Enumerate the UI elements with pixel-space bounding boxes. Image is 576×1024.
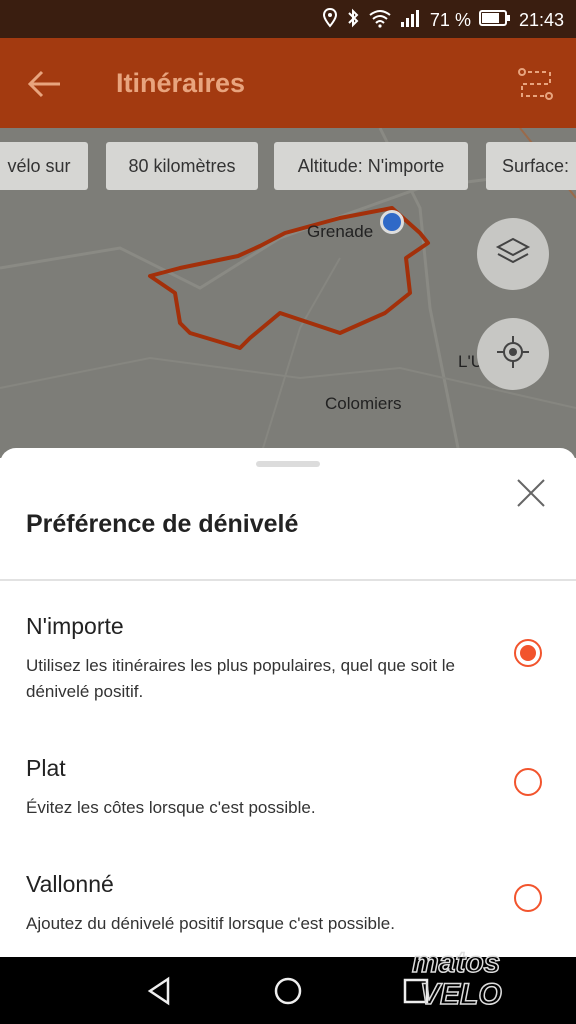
option-vallonne[interactable]: Vallonné Ajoutez du dénivelé positif lor… xyxy=(0,871,576,941)
wifi-icon xyxy=(368,8,392,33)
close-icon xyxy=(516,479,546,512)
bottom-sheet: Préférence de dénivelé N'importe Utilise… xyxy=(0,448,576,957)
nav-home-button[interactable] xyxy=(272,975,304,1007)
radio-plat[interactable] xyxy=(514,768,542,796)
my-location-button[interactable] xyxy=(477,318,549,390)
map-label-colomiers: Colomiers xyxy=(325,394,402,413)
app-bar: Itinéraires xyxy=(0,38,576,128)
option-nimporte[interactable]: N'importe Utilisez les itinéraires les p… xyxy=(0,613,576,713)
my-location-icon xyxy=(495,334,531,375)
back-arrow-icon xyxy=(24,70,64,108)
option-label: Vallonné xyxy=(26,871,114,897)
clock: 21:43 xyxy=(518,10,564,30)
chip-surface[interactable]: Surface: xyxy=(486,142,576,190)
chip-altitude[interactable]: Altitude: N'importe xyxy=(274,142,468,190)
layers-button[interactable] xyxy=(477,218,549,290)
filter-chips: vélo sur 80 kilomètres Altitude: N'impor… xyxy=(0,142,576,190)
signal-icon xyxy=(400,8,422,33)
chip-bike-type[interactable]: vélo sur xyxy=(0,142,88,190)
route-options-icon xyxy=(516,68,556,108)
svg-text:VELO: VELO xyxy=(420,978,502,1010)
option-description: Évitez les côtes lorsque c'est possible. xyxy=(26,798,316,817)
battery-icon xyxy=(478,9,511,32)
sheet-title: Préférence de dénivelé xyxy=(26,510,299,538)
status-bar: 71 % 21:43 xyxy=(0,0,576,38)
option-label: Plat xyxy=(26,755,66,781)
option-plat[interactable]: Plat Évitez les côtes lorsque c'est poss… xyxy=(0,755,576,825)
nav-back-icon xyxy=(144,976,176,1011)
matosvelo-watermark-logo: matos VELO xyxy=(406,940,556,1012)
close-button[interactable] xyxy=(516,478,546,508)
svg-text:matos: matos xyxy=(412,946,500,979)
battery-percent: 71 % xyxy=(429,10,471,30)
location-icon xyxy=(322,7,338,33)
chip-distance[interactable]: 80 kilomètres xyxy=(106,142,258,190)
option-label: N'importe xyxy=(26,613,124,639)
nav-home-icon xyxy=(272,977,304,1011)
layers-icon xyxy=(495,234,531,275)
radio-nimporte[interactable] xyxy=(514,639,542,667)
back-button[interactable] xyxy=(24,64,64,104)
option-description: Utilisez les itinéraires les plus popula… xyxy=(26,656,455,701)
sheet-drag-handle[interactable] xyxy=(256,461,320,467)
divider xyxy=(0,579,576,581)
radio-vallonne[interactable] xyxy=(514,884,542,912)
current-position-marker xyxy=(380,210,404,234)
bluetooth-icon xyxy=(346,8,360,33)
route-options-button[interactable] xyxy=(516,64,556,104)
nav-back-button[interactable] xyxy=(144,975,176,1007)
page-title: Itinéraires xyxy=(116,68,246,98)
option-description: Ajoutez du dénivelé positif lorsque c'es… xyxy=(26,914,395,933)
map-label-grenade: Grenade xyxy=(307,222,374,241)
